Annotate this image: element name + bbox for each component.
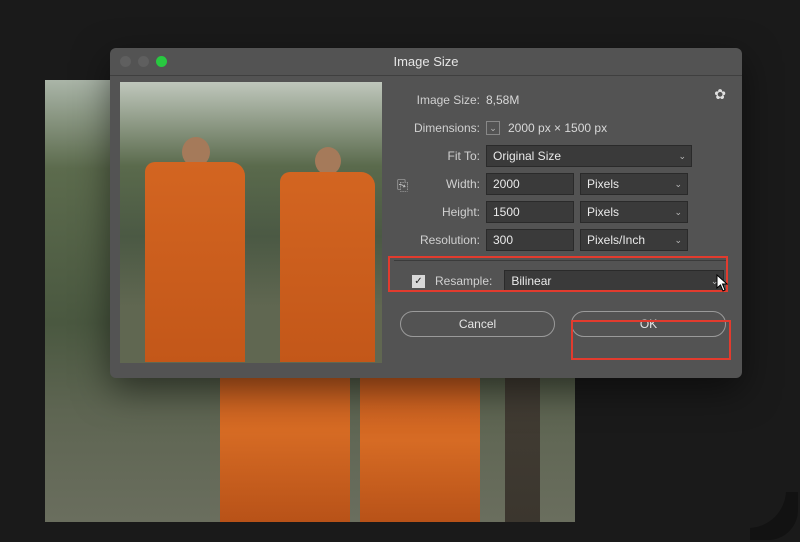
- screenshot-corner-decoration: [750, 492, 798, 540]
- chevron-down-icon: ⌄: [674, 207, 682, 218]
- window-zoom-button[interactable]: [156, 56, 167, 67]
- gear-icon[interactable]: ✿: [714, 86, 726, 103]
- height-input[interactable]: [486, 201, 574, 223]
- width-input[interactable]: [486, 173, 574, 195]
- fit-to-value: Original Size: [493, 149, 561, 163]
- resolution-input[interactable]: [486, 229, 574, 251]
- chevron-down-icon: ⌄: [674, 235, 682, 246]
- width-unit-select[interactable]: Pixels ⌄: [580, 173, 688, 195]
- dialog-title: Image Size: [393, 54, 458, 69]
- fit-to-select[interactable]: Original Size ⌄: [486, 145, 692, 167]
- resolution-unit-select[interactable]: Pixels/Inch ⌄: [580, 229, 688, 251]
- image-size-value: 8,58M: [486, 93, 519, 107]
- dialog-titlebar: Image Size: [110, 48, 742, 76]
- dimensions-value: 2000 px × 1500 px: [508, 121, 607, 135]
- chevron-down-icon: ⌄: [678, 151, 686, 162]
- image-size-label: Image Size:: [394, 93, 480, 107]
- dimensions-label: Dimensions:: [394, 121, 480, 135]
- height-unit-select[interactable]: Pixels ⌄: [580, 201, 688, 223]
- resolution-label: Resolution:: [394, 233, 480, 247]
- tutorial-highlight-ok: [571, 320, 731, 360]
- dimensions-expand-icon[interactable]: ⌄: [486, 121, 500, 135]
- link-constrain-icon[interactable]: ⎘: [397, 177, 408, 194]
- fit-to-label: Fit To:: [394, 149, 480, 163]
- resolution-unit-value: Pixels/Inch: [587, 233, 645, 247]
- height-label: Height:: [394, 205, 480, 219]
- height-unit-value: Pixels: [587, 205, 619, 219]
- tutorial-highlight-resample: [388, 256, 728, 292]
- image-preview: [120, 82, 382, 363]
- chevron-down-icon: ⌄: [674, 179, 682, 190]
- window-minimize-button[interactable]: [138, 56, 149, 67]
- width-unit-value: Pixels: [587, 177, 619, 191]
- cancel-button[interactable]: Cancel: [400, 311, 555, 337]
- window-close-button[interactable]: [120, 56, 131, 67]
